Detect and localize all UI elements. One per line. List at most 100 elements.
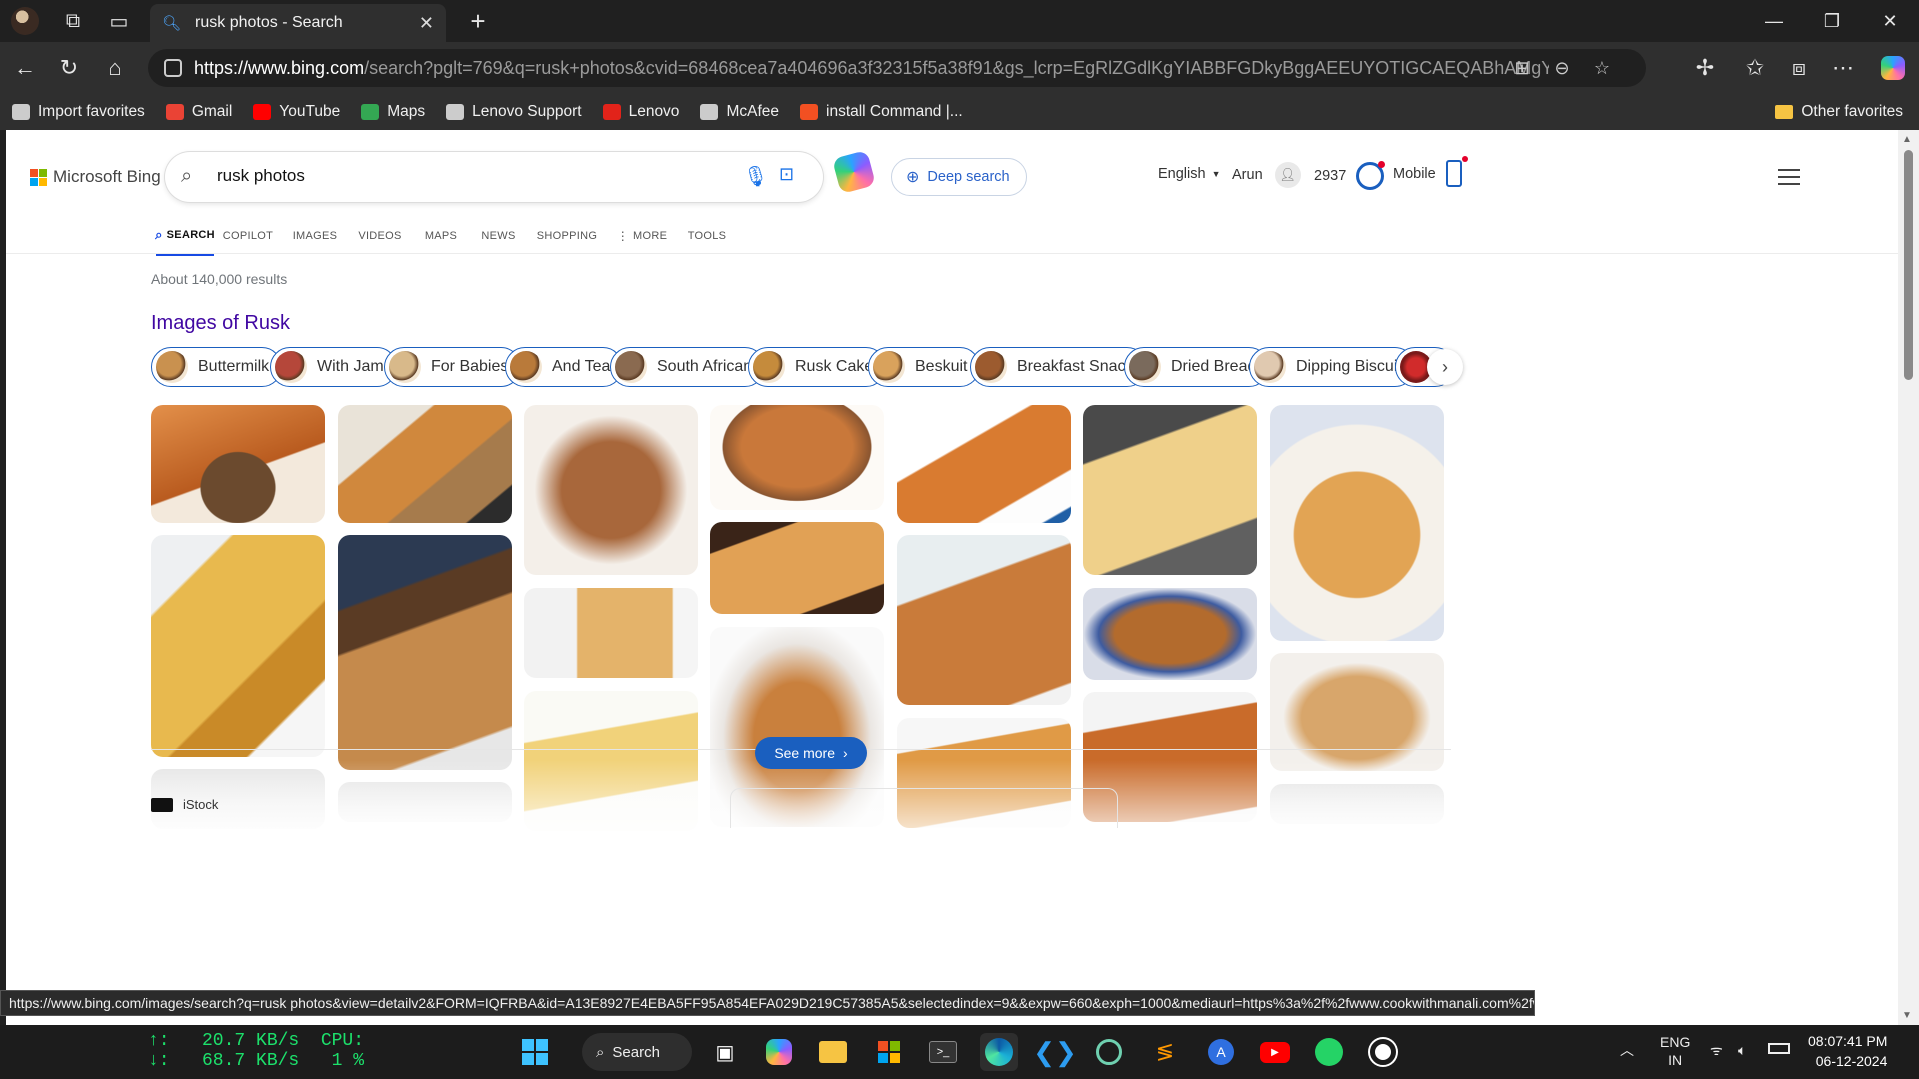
sublime-icon[interactable]: ≶ — [1146, 1033, 1184, 1071]
visual-search-icon[interactable]: ⊡ — [779, 164, 803, 188]
related-search-chip[interactable]: Dried Bread — [1124, 347, 1270, 387]
task-view-icon[interactable]: ▣ — [706, 1033, 744, 1071]
rusk-image-thumbnail[interactable] — [710, 405, 884, 510]
app-icon[interactable]: A — [1202, 1033, 1240, 1071]
related-search-chip[interactable]: Beskuit — [868, 347, 981, 387]
chatgpt-icon[interactable] — [1090, 1033, 1128, 1071]
bookmark-item[interactable]: McAfee — [700, 103, 779, 121]
tab-news[interactable]: NEWS — [470, 216, 527, 256]
bookmark-item[interactable]: Lenovo — [602, 103, 679, 121]
tab-shopping[interactable]: SHOPPING — [527, 216, 607, 256]
refresh-button[interactable]: ↻ — [50, 50, 88, 86]
copilot-app-icon[interactable] — [760, 1033, 798, 1071]
scroll-down-icon[interactable]: ▼ — [1902, 1010, 1912, 1021]
result-source[interactable]: iStock — [151, 797, 218, 812]
tab-maps[interactable]: MAPS — [412, 216, 470, 256]
language-indicator[interactable]: ENG IN — [1660, 1033, 1690, 1069]
home-button[interactable]: ⌂ — [96, 50, 134, 86]
scroll-up-icon[interactable]: ▲ — [1902, 134, 1912, 145]
tab-videos[interactable]: VIDEOS — [348, 216, 412, 256]
new-tab-button[interactable]: + — [458, 0, 498, 42]
active-tab[interactable]: 🔍︎ rusk photos - Search ✕ — [150, 4, 446, 42]
favorites-icon[interactable]: ✩ — [1736, 50, 1774, 86]
search-input[interactable]: rusk photos — [217, 166, 305, 186]
rusk-image-thumbnail[interactable] — [1270, 405, 1444, 641]
related-search-chip[interactable]: With Jam — [270, 347, 397, 387]
url-text[interactable]: https://www.bing.com/search?pglt=769&q=r… — [194, 58, 1549, 79]
collections-icon[interactable]: ⧈ — [1780, 50, 1818, 86]
start-button[interactable] — [516, 1033, 554, 1071]
volume-icon[interactable]: 🔈︎ — [1738, 1041, 1746, 1059]
search-icon[interactable]: ⌕ — [181, 165, 192, 188]
bookmark-item[interactable]: Lenovo Support — [446, 103, 582, 121]
rusk-image-thumbnail[interactable] — [710, 522, 884, 614]
related-search-chip[interactable]: For Babies — [384, 347, 522, 387]
address-bar[interactable]: https://www.bing.com/search?pglt=769&q=r… — [148, 49, 1646, 87]
vscode-icon[interactable]: ❮❯ — [1033, 1033, 1077, 1071]
add-favorite-icon[interactable]: ☆ — [1584, 56, 1620, 80]
zoom-icon[interactable]: ⊖ — [1544, 56, 1580, 80]
rusk-image-thumbnail[interactable] — [897, 405, 1071, 523]
workspaces-icon[interactable]: ⧉ — [50, 0, 96, 42]
related-search-chip[interactable]: Rusk Cake — [748, 347, 887, 387]
more-menu-icon[interactable]: ⋯ — [1824, 50, 1862, 86]
bookmark-item[interactable]: YouTube — [253, 103, 340, 121]
bookmark-item[interactable]: install Command |... — [800, 103, 963, 121]
microsoft-store-icon[interactable] — [870, 1033, 908, 1071]
tab-copilot[interactable]: COPILOT — [214, 216, 282, 256]
profile-button[interactable] — [2, 0, 48, 42]
related-search-chip[interactable]: And Tea — [505, 347, 624, 387]
chevron-up-icon[interactable]: ︿ — [1620, 1041, 1634, 1059]
bookmark-item[interactable]: Gmail — [165, 103, 232, 121]
see-more-button[interactable]: See more › — [755, 737, 867, 769]
copilot-icon[interactable] — [831, 149, 877, 195]
maximize-button[interactable]: ❐ — [1803, 0, 1861, 42]
minimize-button[interactable]: — — [1745, 0, 1803, 42]
rusk-image-thumbnail[interactable] — [897, 535, 1071, 705]
page-scrollbar[interactable]: ▲ ▼ — [1898, 130, 1919, 1025]
rusk-image-thumbnail[interactable] — [524, 588, 698, 678]
rusk-image-thumbnail[interactable] — [1270, 653, 1444, 771]
app-available-icon[interactable]: ⊞ — [1504, 56, 1540, 80]
wifi-icon[interactable]: ᯤ — [1710, 1041, 1723, 1059]
terminal-icon[interactable]: >_ — [924, 1033, 962, 1071]
whatsapp-icon[interactable] — [1310, 1033, 1348, 1071]
taskbar-search[interactable]: ⌕ Search — [582, 1033, 692, 1071]
tab-images[interactable]: IMAGES — [282, 216, 348, 256]
rusk-image-thumbnail[interactable] — [151, 535, 325, 757]
rusk-image-thumbnail[interactable] — [151, 405, 325, 523]
rusk-image-thumbnail[interactable] — [1083, 405, 1257, 575]
search-box[interactable]: ⌕ rusk photos 🎙︎ ⊡ — [165, 152, 823, 202]
language-selector[interactable]: English ▼ — [1158, 166, 1220, 182]
rusk-image-thumbnail[interactable] — [338, 535, 512, 770]
clock[interactable]: 08:07:41 PM 06-12-2024 — [1808, 1031, 1887, 1071]
related-search-chip[interactable]: Breakfast Snack — [970, 347, 1147, 387]
youtube-icon[interactable]: ▶ — [1256, 1033, 1294, 1071]
copilot-sidebar-icon[interactable] — [1874, 50, 1912, 86]
rewards-button[interactable]: 2937 — [1314, 161, 1386, 190]
scroll-thumb[interactable] — [1904, 150, 1913, 380]
deep-search-button[interactable]: ⊕ Deep search — [891, 158, 1027, 196]
vertical-tabs-icon[interactable]: ▭ — [96, 0, 142, 42]
github-icon[interactable] — [1364, 1033, 1402, 1071]
tab-tools[interactable]: TOOLS — [677, 216, 737, 256]
bing-logo[interactable]: Microsoft Bing — [30, 167, 161, 187]
microphone-icon[interactable]: 🎙︎ — [743, 164, 768, 188]
rusk-image-thumbnail[interactable] — [524, 405, 698, 575]
file-explorer-icon[interactable] — [814, 1033, 852, 1071]
bookmark-item[interactable]: Import favorites — [12, 103, 145, 121]
edge-browser-icon[interactable] — [980, 1033, 1018, 1071]
other-favorites[interactable]: Other favorites — [1775, 103, 1903, 121]
battery-icon[interactable] — [1768, 1043, 1790, 1054]
account-button[interactable]: Arun 👤︎ — [1232, 162, 1301, 188]
site-info-icon[interactable] — [164, 59, 182, 77]
close-window-button[interactable]: ✕ — [1861, 0, 1919, 42]
rusk-image-thumbnail[interactable] — [1083, 588, 1257, 680]
rusk-image-thumbnail[interactable] — [338, 405, 512, 523]
related-search-chip[interactable]: Buttermilk — [151, 347, 283, 387]
back-button[interactable]: ← — [6, 50, 44, 86]
tab-more[interactable]: ⋮ MORE — [607, 216, 677, 256]
mobile-button[interactable]: Mobile — [1393, 156, 1468, 187]
extensions-icon[interactable]: ✢ — [1686, 50, 1724, 86]
chevron-right-icon[interactable]: › — [1427, 349, 1463, 385]
